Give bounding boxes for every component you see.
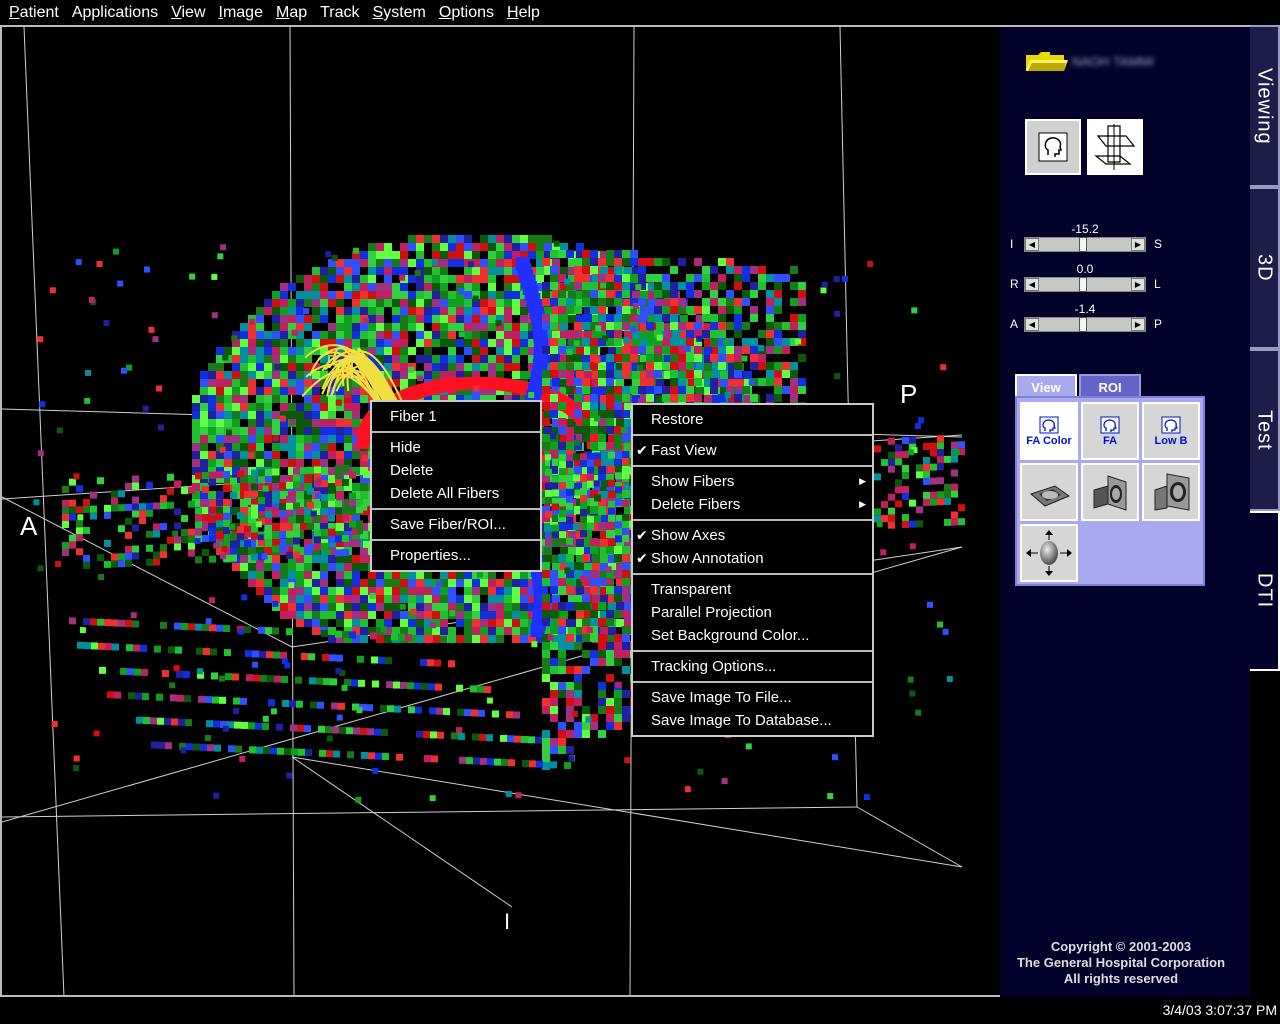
head-view-button[interactable] xyxy=(1025,119,1081,175)
fiber-delete-all-item[interactable]: Delete All Fibers xyxy=(372,482,540,505)
coronal-view-button[interactable] xyxy=(1142,463,1200,521)
view-context-menu: Restore ✔ Fast View Show Fibers ▶ Delete F… xyxy=(631,403,874,737)
restore-item[interactable]: Restore xyxy=(633,408,872,431)
show-axes-item[interactable]: ✔ Show Axes xyxy=(633,524,872,547)
fiber-context-menu: Fiber 1 Hide Delete Delete All Fibers Sa… xyxy=(370,400,542,572)
head-icon xyxy=(1100,416,1120,433)
fiber-properties-item[interactable]: Properties... xyxy=(372,544,540,567)
clock: 3/4/03 3:07:37 PM xyxy=(1162,1002,1277,1018)
coronal-slice-icon xyxy=(1154,473,1190,511)
slider-left-arrow-icon[interactable]: ◀ xyxy=(1025,318,1039,331)
tab-view[interactable]: View xyxy=(1015,374,1077,398)
slider-rl[interactable]: R ◀ ▶ L xyxy=(1010,277,1180,293)
tab-test[interactable]: Test xyxy=(1250,349,1280,511)
check-icon: ✔ xyxy=(636,442,648,458)
menu-bar: Patient Applications View Image Map Trac… xyxy=(0,0,1280,26)
menu-view[interactable]: View xyxy=(166,1,210,25)
axis-label-inferior: I xyxy=(504,909,511,934)
head-icon xyxy=(1039,416,1059,433)
rotate-head-button[interactable] xyxy=(1020,524,1078,582)
transparent-item[interactable]: Transparent xyxy=(633,578,872,601)
fiber-hide-item[interactable]: Hide xyxy=(372,436,540,459)
check-icon: ✔ xyxy=(636,550,648,566)
folder-icon[interactable] xyxy=(1024,51,1068,73)
dti-control-panel: NAOH TAMMI -15.2 I ◀ ▶ S 0.0 R ◀ ▶ L -1.… xyxy=(1000,25,1250,997)
slider-thumb[interactable] xyxy=(1079,237,1088,252)
check-icon: ✔ xyxy=(636,527,648,543)
slider-right-arrow-icon[interactable]: ▶ xyxy=(1131,278,1145,291)
tab-roi[interactable]: ROI xyxy=(1079,374,1141,398)
parallel-projection-item[interactable]: Parallel Projection xyxy=(633,601,872,624)
fiber-save-item[interactable]: Save Fiber/ROI... xyxy=(372,513,540,536)
menu-system[interactable]: System xyxy=(368,1,431,25)
slider-rl-value: 0.0 xyxy=(1076,262,1094,276)
status-bar: 3/4/03 3:07:37 PM xyxy=(0,997,1280,1024)
slice-planes-icon xyxy=(1094,124,1136,170)
slider-thumb[interactable] xyxy=(1079,277,1088,292)
slider-is-value: -15.2 xyxy=(1071,222,1099,236)
slider-is[interactable]: I ◀ ▶ S xyxy=(1010,237,1180,253)
submenu-arrow-icon: ▶ xyxy=(859,499,866,509)
copyright-notice: Copyright © 2001-2003 The General Hospit… xyxy=(1016,939,1226,986)
slider-thumb[interactable] xyxy=(1079,317,1088,332)
rotate-head-icon xyxy=(1026,530,1072,576)
fa-button[interactable]: FA xyxy=(1081,402,1139,460)
menu-help[interactable]: Help xyxy=(502,1,545,25)
slider-ap-value: -1.4 xyxy=(1074,302,1096,316)
tracking-options-item[interactable]: Tracking Options... xyxy=(633,655,872,678)
slider-ap[interactable]: A ◀ ▶ P xyxy=(1010,317,1180,333)
show-annotation-item[interactable]: ✔ Show Annotation xyxy=(633,547,872,570)
menu-map[interactable]: Map xyxy=(271,1,312,25)
tab-3d[interactable]: 3D xyxy=(1250,187,1280,349)
patient-name: NAOH TAMMI xyxy=(1072,54,1154,69)
submenu-arrow-icon: ▶ xyxy=(859,476,866,486)
fiber-delete-item[interactable]: Delete xyxy=(372,459,540,482)
save-image-database-item[interactable]: Save Image To Database... xyxy=(633,709,872,732)
menu-track[interactable]: Track xyxy=(315,1,364,25)
menu-image[interactable]: Image xyxy=(214,1,268,25)
axis-label-anterior: A xyxy=(20,511,38,541)
menu-options[interactable]: Options xyxy=(434,1,499,25)
tab-viewing[interactable]: Viewing xyxy=(1250,25,1280,187)
head-icon xyxy=(1038,132,1068,162)
fa-color-button[interactable]: FA Color xyxy=(1020,402,1078,460)
show-fibers-item[interactable]: Show Fibers ▶ xyxy=(633,470,872,493)
sagittal-slice-icon xyxy=(1093,475,1127,511)
tab-dti[interactable]: DTI xyxy=(1250,511,1280,671)
view-tab-panel: FA Color FA Low B xyxy=(1015,396,1205,586)
axial-view-button[interactable] xyxy=(1020,463,1078,521)
fast-view-item[interactable]: ✔ Fast View xyxy=(633,439,872,462)
axis-label-posterior: P xyxy=(900,379,918,409)
slider-left-arrow-icon[interactable]: ◀ xyxy=(1025,278,1039,291)
sagittal-view-button[interactable] xyxy=(1081,463,1139,521)
view-roi-tabs: View ROI xyxy=(1015,374,1205,398)
delete-fibers-item[interactable]: Delete Fibers ▶ xyxy=(633,493,872,516)
slider-left-arrow-icon[interactable]: ◀ xyxy=(1025,238,1039,251)
fiber-menu-title: Fiber 1 xyxy=(390,408,437,425)
menu-patient[interactable]: Patient xyxy=(4,1,64,25)
slice-planes-button[interactable] xyxy=(1087,119,1143,175)
low-b-button[interactable]: Low B xyxy=(1142,402,1200,460)
set-background-color-item[interactable]: Set Background Color... xyxy=(633,624,872,647)
menu-applications[interactable]: Applications xyxy=(67,1,163,25)
side-tab-strip: Viewing 3D Test DTI xyxy=(1250,25,1280,997)
head-icon xyxy=(1161,416,1181,433)
axial-slice-icon xyxy=(1030,485,1071,507)
slider-right-arrow-icon[interactable]: ▶ xyxy=(1131,238,1145,251)
save-image-file-item[interactable]: Save Image To File... xyxy=(633,686,872,709)
slider-right-arrow-icon[interactable]: ▶ xyxy=(1131,318,1145,331)
